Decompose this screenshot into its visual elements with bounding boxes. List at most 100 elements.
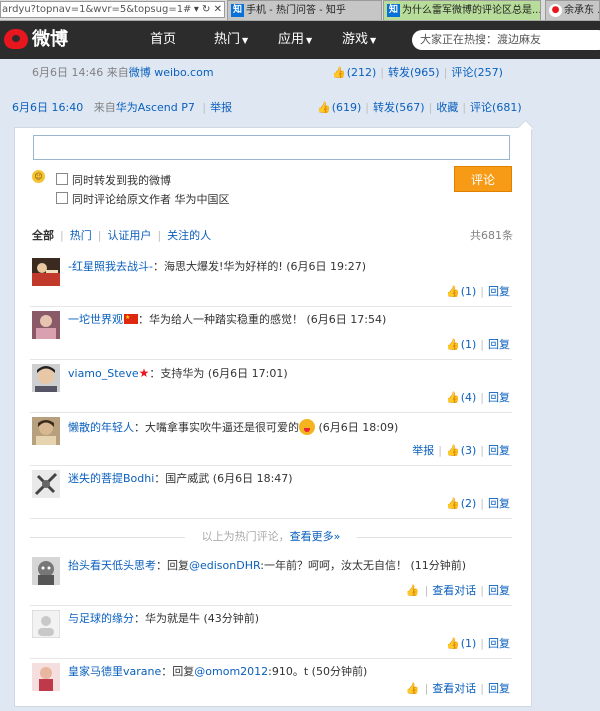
filter-hot[interactable]: 热门 (70, 229, 92, 242)
post-time[interactable]: 6月6日 16:40 (12, 101, 83, 114)
comment-item: -红星照我去战斗-：海思大爆发!华为好样的! (6月6日 19:27) 👍(1)… (30, 253, 512, 307)
comment-reply-link[interactable]: 回复 (488, 285, 510, 298)
search-input[interactable]: 大家正在热搜：渡边麻友 (412, 30, 600, 50)
browser-chrome: ardyu?topnav=1&wvr=5&topsug=1# ▾ ↻ ✕ 知手机… (0, 0, 600, 21)
original-comment-link[interactable]: 评论(257) (451, 66, 503, 79)
nav-home[interactable]: 首页 (150, 21, 176, 59)
comment-like-count[interactable]: (3) (461, 444, 477, 457)
comment-user[interactable]: 皇家马德里varane (68, 665, 161, 678)
nav-apps[interactable]: 应用 ▼ (278, 21, 312, 59)
zhihu-icon: 知 (231, 4, 244, 17)
like-icon[interactable]: 👍 (446, 391, 460, 404)
forward-checkbox[interactable] (56, 173, 68, 185)
filter-all[interactable]: 全部 (32, 229, 54, 242)
comment-user[interactable]: viamo_Steve (68, 367, 139, 380)
address-bar-icons: ▾ ↻ ✕ (194, 2, 222, 17)
comment-filter: 全部 | 热门 | 认证用户 | 关注的人 (32, 229, 212, 242)
comment-original-checkbox[interactable] (56, 192, 68, 204)
comment-item: 懒散的年轻人：大嘴拿事实吹牛逼还是很可爱的 (6月6日 18:09) 举报 | 👍(… (30, 412, 512, 466)
comment-user[interactable]: 懒散的年轻人 (68, 421, 134, 434)
like-icon[interactable]: 👍 (446, 285, 460, 298)
comment-text: ：国产威武 (6月6日 18:47) (154, 472, 293, 485)
comment-user[interactable]: 一坨世界观 (68, 313, 123, 326)
nav-hot[interactable]: 热门 ▼ (214, 21, 248, 59)
refresh-icon[interactable]: ↻ (202, 4, 210, 15)
avatar[interactable] (32, 470, 60, 498)
comment-text: :910。t (50分钟前) (268, 665, 368, 678)
like-icon[interactable]: 👍 (446, 338, 460, 351)
avatar[interactable] (32, 364, 60, 392)
zhihu-icon: 知 (387, 4, 400, 17)
comment-like-count[interactable]: (1) (461, 338, 477, 351)
browser-tab-zhihu-hot[interactable]: 知手机 - 热门问答 - 知乎 (227, 0, 382, 20)
original-post-time[interactable]: 6月6日 14:46 (32, 66, 103, 79)
comment-reply-link[interactable]: 回复 (488, 682, 510, 695)
avatar[interactable] (32, 610, 60, 638)
more-hot-comments-link[interactable]: 查看更多» (290, 530, 341, 543)
comment-item: 抬头看天低头思考：回复@edisonDHR:一年前？呵呵，汝太无自信！ (11分… (30, 552, 512, 606)
avatar[interactable] (32, 557, 60, 585)
forward-option[interactable]: 同时转发到我的微博 (56, 172, 171, 188)
comment-user[interactable]: 与足球的缘分 (68, 612, 134, 625)
tongue-emoji-icon (299, 419, 315, 435)
like-icon[interactable]: 👍 (406, 584, 420, 597)
comment-like-count[interactable]: (4) (461, 391, 477, 404)
filter-verified[interactable]: 认证用户 (107, 229, 151, 242)
browser-tab-zhihu-question[interactable]: 知为什么雷军微博的评论区总是... (383, 0, 541, 20)
like-icon[interactable]: 👍 (446, 637, 460, 650)
comment-original-label: 同时评论给原文作者 华为中国区 (72, 193, 230, 206)
like-icon[interactable]: 👍 (446, 497, 460, 510)
post-favorite-link[interactable]: 收藏 (436, 101, 458, 114)
browser-tab-weibo[interactable]: ●余承东 ... (545, 0, 600, 20)
like-icon[interactable]: 👍 (406, 682, 420, 695)
avatar[interactable] (32, 417, 60, 445)
comment-reply-link[interactable]: 回复 (488, 391, 510, 404)
post-meta: 6月6日 16:40 来自华为Ascend P7 | 举报 👍(619) | 转发(5… (12, 101, 522, 114)
comment-original-option[interactable]: 同时评论给原文作者 华为中国区 (56, 191, 230, 207)
mention-link[interactable]: @omom2012 (194, 665, 268, 678)
comment-reply-link[interactable]: 回复 (488, 584, 510, 597)
dropdown-icon[interactable]: ▾ (194, 4, 199, 15)
address-bar[interactable]: ardyu?topnav=1&wvr=5&topsug=1# ▾ ↻ ✕ (0, 1, 225, 18)
comment-user[interactable]: 抬头看天低头思考 (68, 559, 156, 572)
comment-reply-link[interactable]: 回复 (488, 497, 510, 510)
vip-star-icon: ★ (138, 366, 150, 380)
comment-like-count[interactable]: (1) (461, 637, 477, 650)
post-comment-link[interactable]: 评论(681) (470, 101, 522, 114)
comment-item: 皇家马德里varane：回复@omom2012:910。t (50分钟前) 👍 |… (30, 658, 512, 711)
report-link[interactable]: 举报 (210, 101, 232, 114)
like-icon[interactable]: 👍 (446, 444, 460, 457)
submit-comment-button[interactable]: 评论 (454, 166, 512, 192)
comment-reply-link[interactable]: 回复 (488, 637, 510, 650)
comment-reply-link[interactable]: 回复 (488, 444, 510, 457)
comment-report-link[interactable]: 举报 (412, 444, 434, 457)
comment-user[interactable]: 迷失的菩提Bodhi (68, 472, 154, 485)
comment-text: ：华为就是牛 (43分钟前) (134, 612, 260, 625)
tab-title: 为什么雷军微博的评论区总是... (402, 5, 541, 16)
post-like-count[interactable]: (619) (332, 101, 362, 114)
comment-like-count[interactable]: (1) (461, 285, 477, 298)
view-conversation-link[interactable]: 查看对话 (432, 584, 476, 597)
avatar[interactable] (32, 258, 60, 286)
post-forward-link[interactable]: 转发(567) (373, 101, 425, 114)
original-post-source[interactable]: 微博 weibo.com (129, 66, 214, 79)
avatar[interactable] (32, 311, 60, 339)
comment-item: 迷失的菩提Bodhi：国产威武 (6月6日 18:47) 👍(2) | 回复 (30, 465, 512, 519)
comment-reply-link[interactable]: 回复 (488, 338, 510, 351)
filter-following[interactable]: 关注的人 (167, 229, 211, 242)
original-forward-link[interactable]: 转发(965) (388, 66, 440, 79)
emoji-picker-icon[interactable]: ☺ (32, 170, 45, 183)
comment-input[interactable] (33, 135, 510, 160)
comment-user[interactable]: -红星照我去战斗- (68, 260, 153, 273)
avatar[interactable] (32, 663, 60, 691)
stop-icon[interactable]: ✕ (214, 4, 222, 15)
like-icon[interactable]: 👍 (317, 101, 331, 114)
like-icon[interactable]: 👍 (332, 66, 346, 79)
post-source[interactable]: 华为Ascend P7 (116, 101, 195, 114)
nav-games[interactable]: 游戏 ▼ (342, 21, 376, 59)
original-like-count[interactable]: (212) (347, 66, 377, 79)
mention-link[interactable]: @edisonDHR (189, 559, 260, 572)
comment-like-count[interactable]: (2) (461, 497, 477, 510)
tab-title: 余承东 ... (564, 5, 599, 16)
view-conversation-link[interactable]: 查看对话 (432, 682, 476, 695)
